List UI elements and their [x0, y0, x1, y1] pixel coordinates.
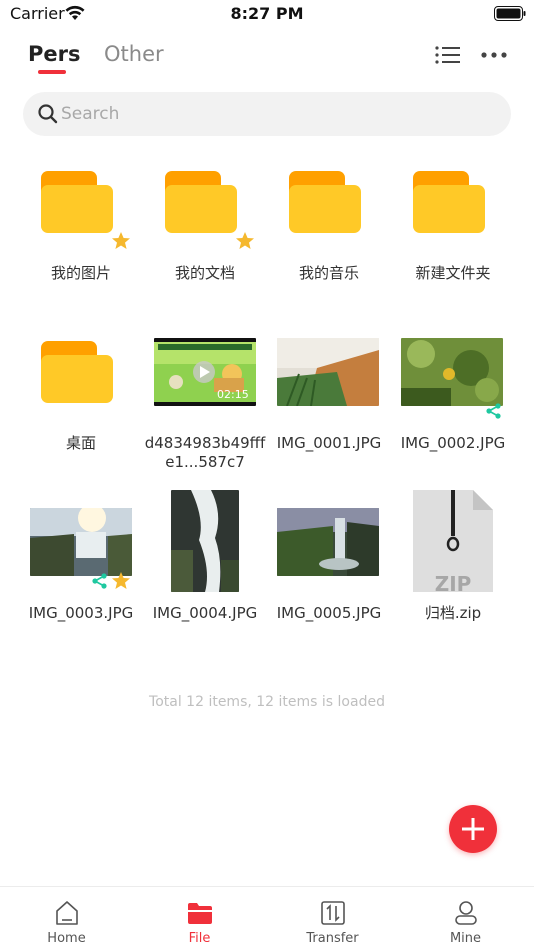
- tab-mine[interactable]: Mine: [399, 887, 532, 950]
- item-name: 我的音乐: [298, 264, 359, 282]
- tab-transfer-label: Transfer: [306, 931, 359, 946]
- item-name: IMG_0004.JPG: [152, 604, 258, 622]
- image-item[interactable]: IMG_0001.JPG: [267, 330, 391, 480]
- tab-pers[interactable]: Pers: [28, 42, 81, 66]
- tab-home-label: Home: [47, 931, 86, 946]
- image-item[interactable]: IMG_0002.JPG: [391, 330, 515, 480]
- star-icon: [112, 572, 130, 589]
- folder-icon: [31, 330, 131, 430]
- bottom-tab-bar: Home File Transfer Mine: [0, 886, 534, 950]
- list-view-icon[interactable]: [434, 44, 462, 66]
- tab-file-label: File: [188, 931, 211, 946]
- person-icon: [455, 901, 477, 925]
- add-button[interactable]: [449, 805, 497, 853]
- home-icon: [56, 901, 78, 925]
- folder-item[interactable]: 我的图片: [19, 160, 143, 310]
- image-thumbnail: [277, 330, 379, 430]
- video-thumbnail: 02:15: [154, 330, 256, 430]
- image-thumbnail: [277, 500, 379, 600]
- plus-icon: [462, 818, 484, 840]
- tab-file[interactable]: File: [133, 887, 266, 950]
- folder-icon: [403, 160, 503, 260]
- folder-item[interactable]: 我的音乐: [267, 160, 391, 310]
- item-name: IMG_0001.JPG: [276, 434, 382, 452]
- image-thumbnail: [155, 490, 255, 600]
- video-duration: 02:15: [217, 388, 249, 401]
- item-name: 归档.zip: [424, 604, 482, 622]
- search-bar: [23, 92, 511, 136]
- image-thumbnail: [401, 330, 503, 430]
- folder-icon: [188, 903, 212, 924]
- folder-icon: [279, 160, 379, 260]
- transfer-icon: [321, 901, 345, 925]
- tab-home[interactable]: Home: [0, 887, 133, 950]
- tab-mine-label: Mine: [449, 931, 482, 946]
- image-item[interactable]: IMG_0004.JPG: [143, 490, 267, 650]
- status-bar: Carrier 8:27 PM: [0, 0, 534, 28]
- tab-other[interactable]: Other: [104, 42, 164, 66]
- zip-file-icon: ZIP: [403, 490, 503, 600]
- more-icon[interactable]: [480, 44, 510, 66]
- image-thumbnail: [30, 500, 132, 600]
- tab-transfer[interactable]: Transfer: [266, 887, 399, 950]
- battery-icon: [494, 6, 526, 21]
- star-icon: [112, 232, 130, 249]
- item-name: 我的图片: [50, 264, 111, 282]
- item-name: IMG_0003.JPG: [28, 604, 134, 622]
- folder-item[interactable]: 我的文档: [143, 160, 267, 310]
- share-icon: [486, 403, 501, 419]
- item-name: d4834983b49fffe1...587c7: [144, 434, 266, 471]
- folder-item[interactable]: 桌面: [19, 330, 143, 480]
- items-count-label: Total 12 items, 12 items is loaded: [149, 694, 385, 710]
- item-name: 我的文档: [174, 264, 235, 282]
- item-name: IMG_0002.JPG: [400, 434, 506, 452]
- item-name: IMG_0005.JPG: [276, 604, 382, 622]
- active-tab-indicator: [38, 70, 66, 74]
- item-name: 新建文件夹: [415, 264, 491, 282]
- star-icon: [236, 232, 254, 249]
- share-icon: [92, 573, 107, 589]
- archive-item[interactable]: ZIP 归档.zip: [391, 490, 515, 650]
- folder-item[interactable]: 新建文件夹: [391, 160, 515, 310]
- zip-label: ZIP: [434, 572, 472, 596]
- video-item[interactable]: 02:15 d4834983b49fffe1...587c7: [143, 330, 267, 480]
- search-icon: [38, 104, 58, 124]
- clock: 8:27 PM: [230, 4, 304, 23]
- folder-icon: [31, 160, 131, 260]
- image-item[interactable]: IMG_0005.JPG: [267, 500, 391, 650]
- search-input[interactable]: [61, 92, 491, 136]
- folder-icon: [155, 160, 255, 260]
- item-name: 桌面: [65, 434, 96, 452]
- image-item[interactable]: IMG_0003.JPG: [19, 500, 143, 650]
